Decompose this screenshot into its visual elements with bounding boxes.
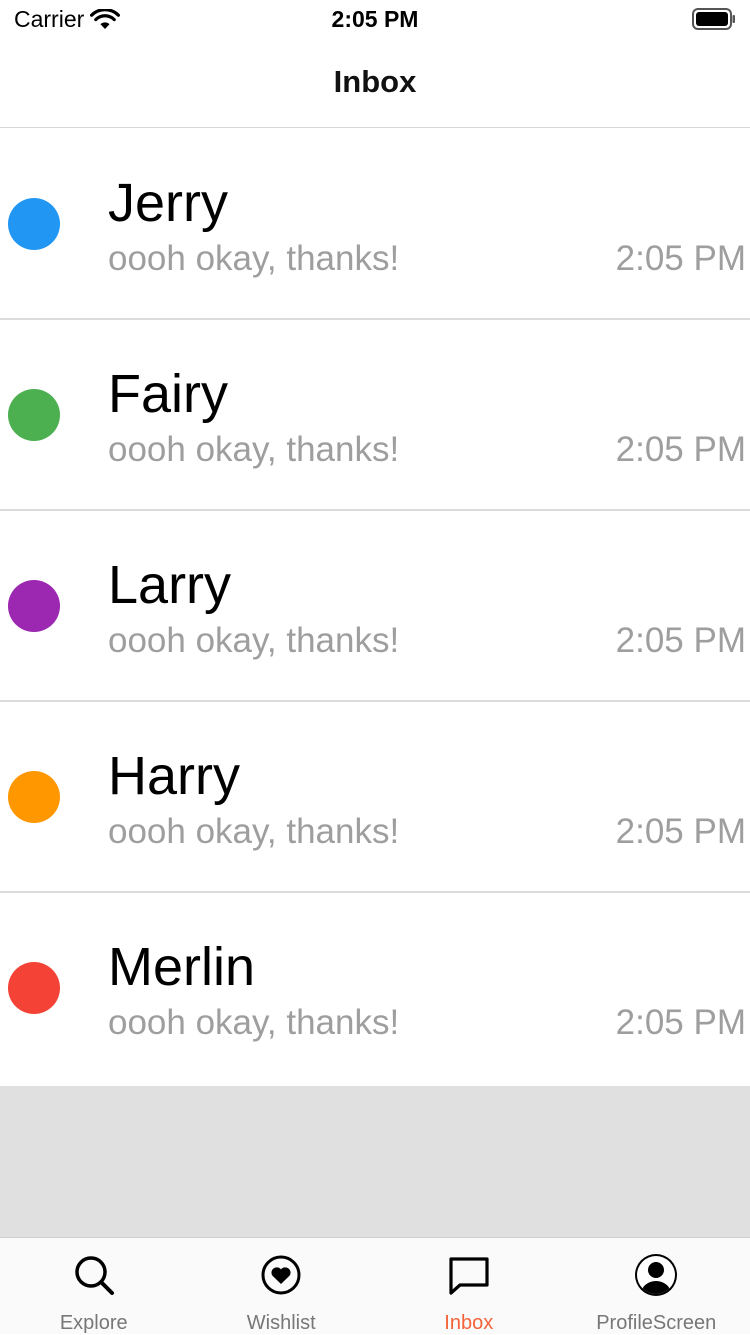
conversation-row[interactable]: Harry oooh okay, thanks! 2:05 PM <box>0 702 750 893</box>
tab-label: ProfileScreen <box>563 1312 750 1335</box>
message-preview: oooh okay, thanks! <box>108 239 399 279</box>
contact-name: Merlin <box>108 937 255 997</box>
avatar <box>8 580 60 632</box>
message-time: 2:05 PM <box>616 1003 746 1043</box>
message-preview: oooh okay, thanks! <box>108 1003 399 1043</box>
avatar <box>8 389 60 441</box>
search-icon <box>71 1252 117 1298</box>
message-time: 2:05 PM <box>616 621 746 661</box>
contact-name: Fairy <box>108 364 228 424</box>
tab-label: Wishlist <box>188 1312 376 1335</box>
navigation-bar: Inbox <box>0 40 750 128</box>
avatar <box>8 198 60 250</box>
message-preview: oooh okay, thanks! <box>108 621 399 661</box>
avatar <box>8 962 60 1014</box>
chat-bubble-icon <box>446 1252 492 1298</box>
contact-name: Harry <box>108 746 240 806</box>
page-title: Inbox <box>0 64 750 100</box>
list-empty-area <box>0 1086 750 1237</box>
conversation-row[interactable]: Fairy oooh okay, thanks! 2:05 PM <box>0 320 750 511</box>
message-time: 2:05 PM <box>616 430 746 470</box>
tab-label: Explore <box>0 1312 188 1335</box>
tab-label: Inbox <box>375 1312 563 1335</box>
tab-inbox[interactable]: Inbox <box>375 1238 563 1334</box>
user-circle-icon <box>633 1252 679 1298</box>
avatar <box>8 771 60 823</box>
conversation-list: Jerry oooh okay, thanks! 2:05 PM Fairy o… <box>0 129 750 1086</box>
contact-name: Larry <box>108 555 231 615</box>
message-time: 2:05 PM <box>616 812 746 852</box>
status-bar: Carrier 2:05 PM <box>0 0 750 40</box>
tab-profilescreen[interactable]: ProfileScreen <box>563 1238 750 1334</box>
conversation-row[interactable]: Jerry oooh okay, thanks! 2:05 PM <box>0 129 750 320</box>
conversation-row[interactable]: Larry oooh okay, thanks! 2:05 PM <box>0 511 750 702</box>
heart-icon <box>258 1252 304 1298</box>
conversation-row[interactable]: Merlin oooh okay, thanks! 2:05 PM <box>0 893 750 1086</box>
status-time: 2:05 PM <box>0 6 750 33</box>
tab-explore[interactable]: Explore <box>0 1238 188 1334</box>
battery-icon <box>692 8 736 30</box>
contact-name: Jerry <box>108 173 228 233</box>
tab-wishlist[interactable]: Wishlist <box>188 1238 376 1334</box>
tab-bar: Explore Wishlist Inbox ProfileScreen <box>0 1237 750 1334</box>
message-preview: oooh okay, thanks! <box>108 430 399 470</box>
message-time: 2:05 PM <box>616 239 746 279</box>
message-preview: oooh okay, thanks! <box>108 812 399 852</box>
